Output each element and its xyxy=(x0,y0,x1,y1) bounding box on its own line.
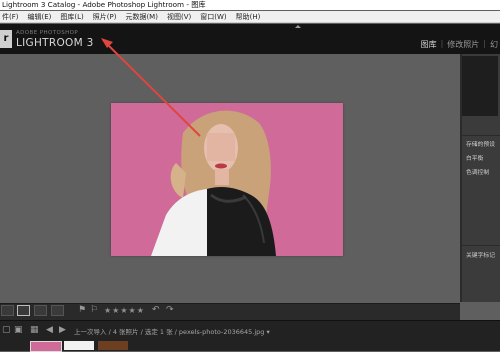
flag-icon[interactable]: ⚑ xyxy=(78,305,86,315)
rotate-left-icon[interactable]: ↶ xyxy=(152,305,160,315)
annotation-arrow xyxy=(101,38,201,137)
back-arrow-icon[interactable]: ◀ xyxy=(46,325,53,335)
filmstrip-thumbnail[interactable] xyxy=(98,341,128,350)
forward-arrow-icon[interactable]: ▶ xyxy=(59,325,66,335)
survey-view-icon[interactable] xyxy=(51,305,64,316)
grid-icon[interactable]: ▦ xyxy=(30,325,39,335)
filmstrip-thumbnail[interactable] xyxy=(30,341,62,352)
filmstrip-view-icon[interactable]: ▢ xyxy=(2,325,11,335)
star-rating[interactable]: ★★★★★ xyxy=(104,306,145,315)
loupe-view-icon[interactable] xyxy=(17,305,30,316)
secondary-display-icon[interactable]: ▣ xyxy=(14,325,23,335)
filmstrip-breadcrumb[interactable]: 上一次导入 / 4 张照片 / 选定 1 张 / pexels-photo-20… xyxy=(74,326,270,336)
rotate-right-icon[interactable]: ↷ xyxy=(166,305,174,315)
filmstrip-thumbnail[interactable] xyxy=(64,341,94,350)
unflag-icon[interactable]: ⚐ xyxy=(90,305,98,315)
compare-view-icon[interactable] xyxy=(34,305,47,316)
grid-view-icon[interactable] xyxy=(1,305,14,316)
toolbar xyxy=(0,303,460,320)
